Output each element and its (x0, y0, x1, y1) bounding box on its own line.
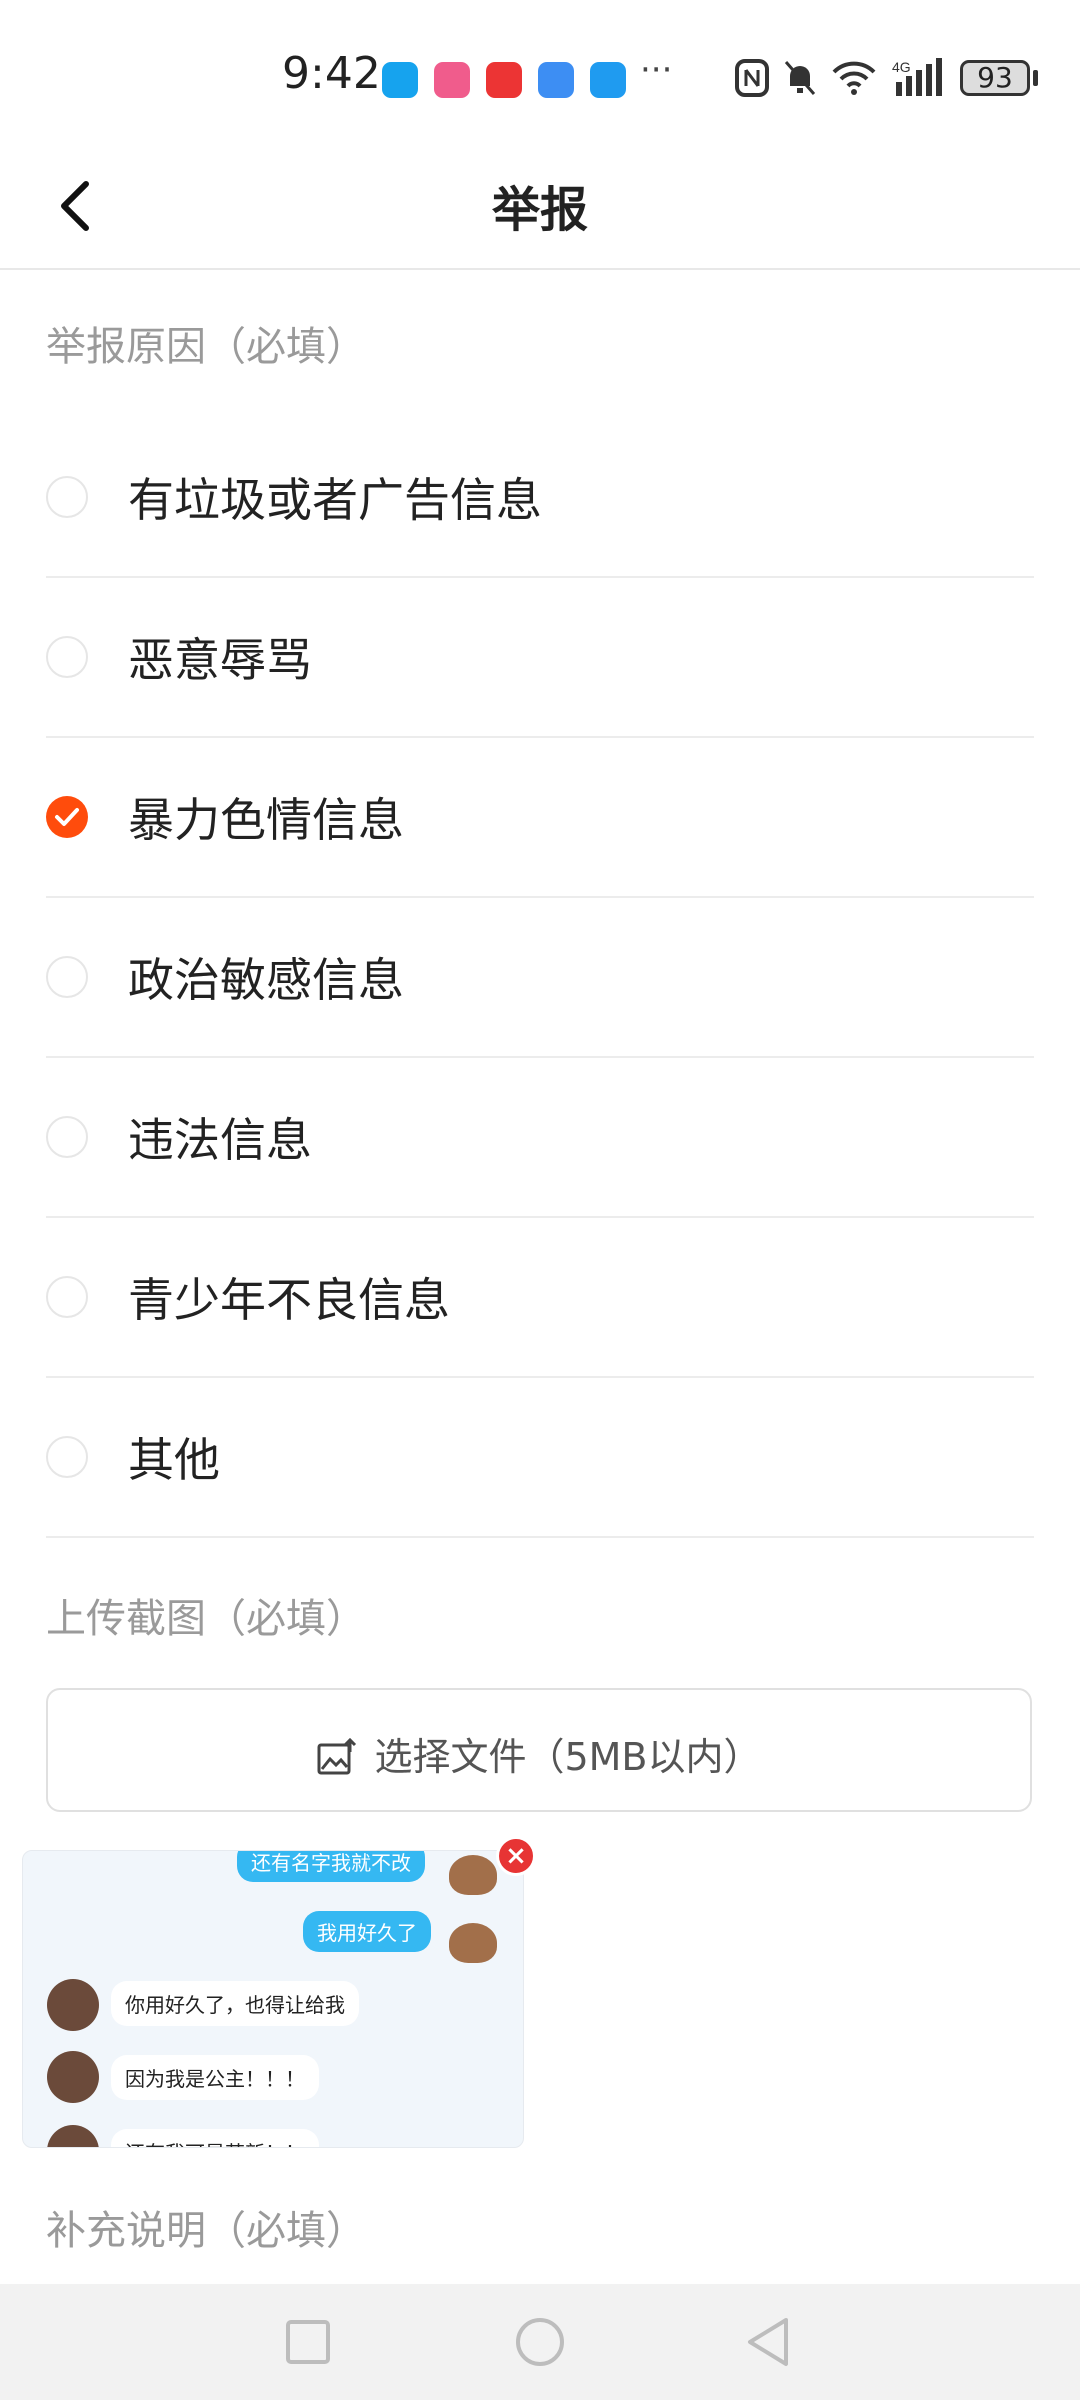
radio-unchecked[interactable] (46, 1276, 88, 1318)
choose-file-button[interactable]: 选择文件（5MB以内） (46, 1688, 1032, 1812)
option-label: 恶意辱骂 (128, 633, 312, 687)
chat-bubble-right: 我用好久了 (303, 1911, 431, 1952)
reason-option-abuse[interactable]: 恶意辱骂 (46, 578, 1034, 738)
reason-option-spam[interactable]: 有垃圾或者广告信息 (46, 418, 1034, 578)
radio-checked[interactable] (46, 796, 88, 838)
chat-bubble-left: 还有我可是萌新！！ (111, 2129, 319, 2147)
battery-tip (1033, 70, 1038, 86)
message-app-icon (382, 62, 418, 98)
cloud-app-icon (538, 62, 574, 98)
radio-unchecked[interactable] (46, 956, 88, 998)
image-upload-icon (317, 1737, 357, 1775)
option-label: 违法信息 (128, 1113, 312, 1167)
page-title: 举报 (491, 182, 588, 238)
option-label: 有垃圾或者广告信息 (128, 473, 542, 527)
upload-section-label: 上传截图（必填） (46, 1596, 366, 1642)
svg-text:4G: 4G (892, 59, 911, 75)
status-bar: 9:42 ··· 4G 93 (0, 0, 1080, 150)
system-nav-bar (0, 2284, 1080, 2400)
recent-apps-icon[interactable] (284, 2318, 332, 2366)
delete-screenshot-button[interactable]: × (496, 1836, 536, 1876)
avatar (449, 1923, 497, 1963)
choose-file-label: 选择文件（5MB以内） (374, 1735, 762, 1779)
home-icon[interactable] (514, 2316, 566, 2368)
chat-bubble-left: 因为我是公主！！！ (111, 2055, 319, 2100)
more-notifications-icon: ··· (640, 50, 673, 90)
avatar (47, 2125, 99, 2147)
battery-icon: 93 (960, 60, 1030, 96)
radio-unchecked[interactable] (46, 636, 88, 678)
screenshot-thumbnail[interactable]: 还有名字我就不改 我用好久了 你用好久了，也得让给我 因为我是公主！！！ 还有我… (22, 1850, 524, 2148)
weather-app-icon (590, 62, 626, 98)
reason-option-violence[interactable]: 暴力色情信息 (46, 738, 1034, 898)
choose-file-content: 选择文件（5MB以内） (48, 1726, 1030, 1781)
bilibili-app-icon (434, 62, 470, 98)
wifi-icon (832, 61, 876, 95)
reason-option-illegal[interactable]: 违法信息 (46, 1058, 1034, 1218)
signal-icon: 4G (892, 58, 942, 96)
checkmark-icon (55, 808, 79, 826)
chat-bubble-left: 你用好久了，也得让给我 (111, 1981, 359, 2026)
reason-option-political[interactable]: 政治敏感信息 (46, 898, 1034, 1058)
red-app-icon (486, 62, 522, 98)
nfc-icon (735, 59, 769, 97)
avatar (47, 1979, 99, 2031)
option-label: 暴力色情信息 (128, 793, 404, 847)
radio-unchecked[interactable] (46, 1116, 88, 1158)
reason-option-other[interactable]: 其他 (46, 1378, 1034, 1538)
avatar (47, 2051, 99, 2103)
chat-bubble-right: 还有名字我就不改 (237, 1851, 425, 1882)
reason-option-minor[interactable]: 青少年不良信息 (46, 1218, 1034, 1378)
option-label: 政治敏感信息 (128, 953, 404, 1007)
close-icon: × (505, 1841, 527, 1871)
back-icon[interactable] (744, 2316, 792, 2368)
bell-muted-icon (784, 61, 816, 95)
option-label: 其他 (128, 1433, 220, 1487)
option-label: 青少年不良信息 (128, 1273, 450, 1327)
top-nav-bar: 举报 (0, 150, 1080, 270)
reason-section-label: 举报原因（必填） (46, 324, 366, 370)
avatar (449, 1855, 497, 1895)
radio-unchecked[interactable] (46, 1436, 88, 1478)
status-time: 9:42 (282, 48, 381, 99)
note-section-label: 补充说明（必填） (46, 2208, 366, 2254)
radio-unchecked[interactable] (46, 476, 88, 518)
